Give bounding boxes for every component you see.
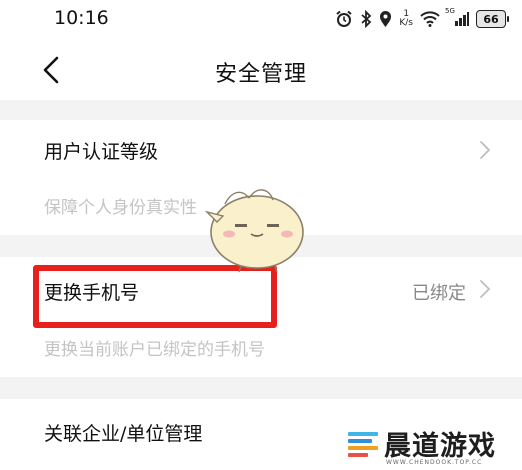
page-title: 安全管理 [214, 62, 307, 87]
network-speed: 1 K/s [399, 10, 413, 28]
location-icon [379, 10, 392, 28]
status-time: 10:16 [54, 7, 109, 29]
wifi-icon [420, 11, 440, 27]
watermark-brand: 晨道游戏 [384, 431, 496, 462]
watermark-url: WWW.CHENDOOK.TOP.CC [386, 459, 483, 466]
item-description: 更换当前账户已绑定的手机号 [44, 340, 265, 360]
status-bar: 10:16 1 K/s 5G 66 [0, 0, 522, 40]
network-type-label: 5G [445, 7, 455, 15]
item-title: 用户认证等级 [44, 141, 159, 163]
signal-icon: 5G [445, 7, 469, 27]
change-phone-number-item[interactable]: 更换手机号 已绑定 更换当前账户已绑定的手机号 [0, 257, 522, 377]
watermark-logo-icon [348, 432, 378, 457]
user-verification-level-item[interactable]: 用户认证等级 保障个人身份真实性 [0, 120, 522, 235]
alarm-icon [335, 10, 353, 28]
item-description: 保障个人身份真实性 [44, 198, 197, 218]
item-title: 更换手机号 [44, 282, 140, 304]
bluetooth-icon [360, 10, 372, 28]
network-speed-unit: K/s [399, 18, 413, 28]
binding-status: 已绑定 [412, 283, 466, 304]
section-divider [0, 377, 522, 399]
nav-header: 安全管理 [0, 40, 522, 100]
status-icons: 1 K/s 5G 66 [335, 7, 509, 30]
chevron-right-icon [480, 141, 490, 159]
battery-icon: 66 [476, 10, 509, 28]
site-watermark: 晨道游戏 WWW.CHENDOOK.TOP.CC [340, 420, 522, 470]
section-divider [0, 235, 522, 257]
section-divider [0, 100, 522, 120]
item-title: 关联企业/单位管理 [44, 423, 203, 445]
chevron-right-icon [480, 280, 490, 298]
